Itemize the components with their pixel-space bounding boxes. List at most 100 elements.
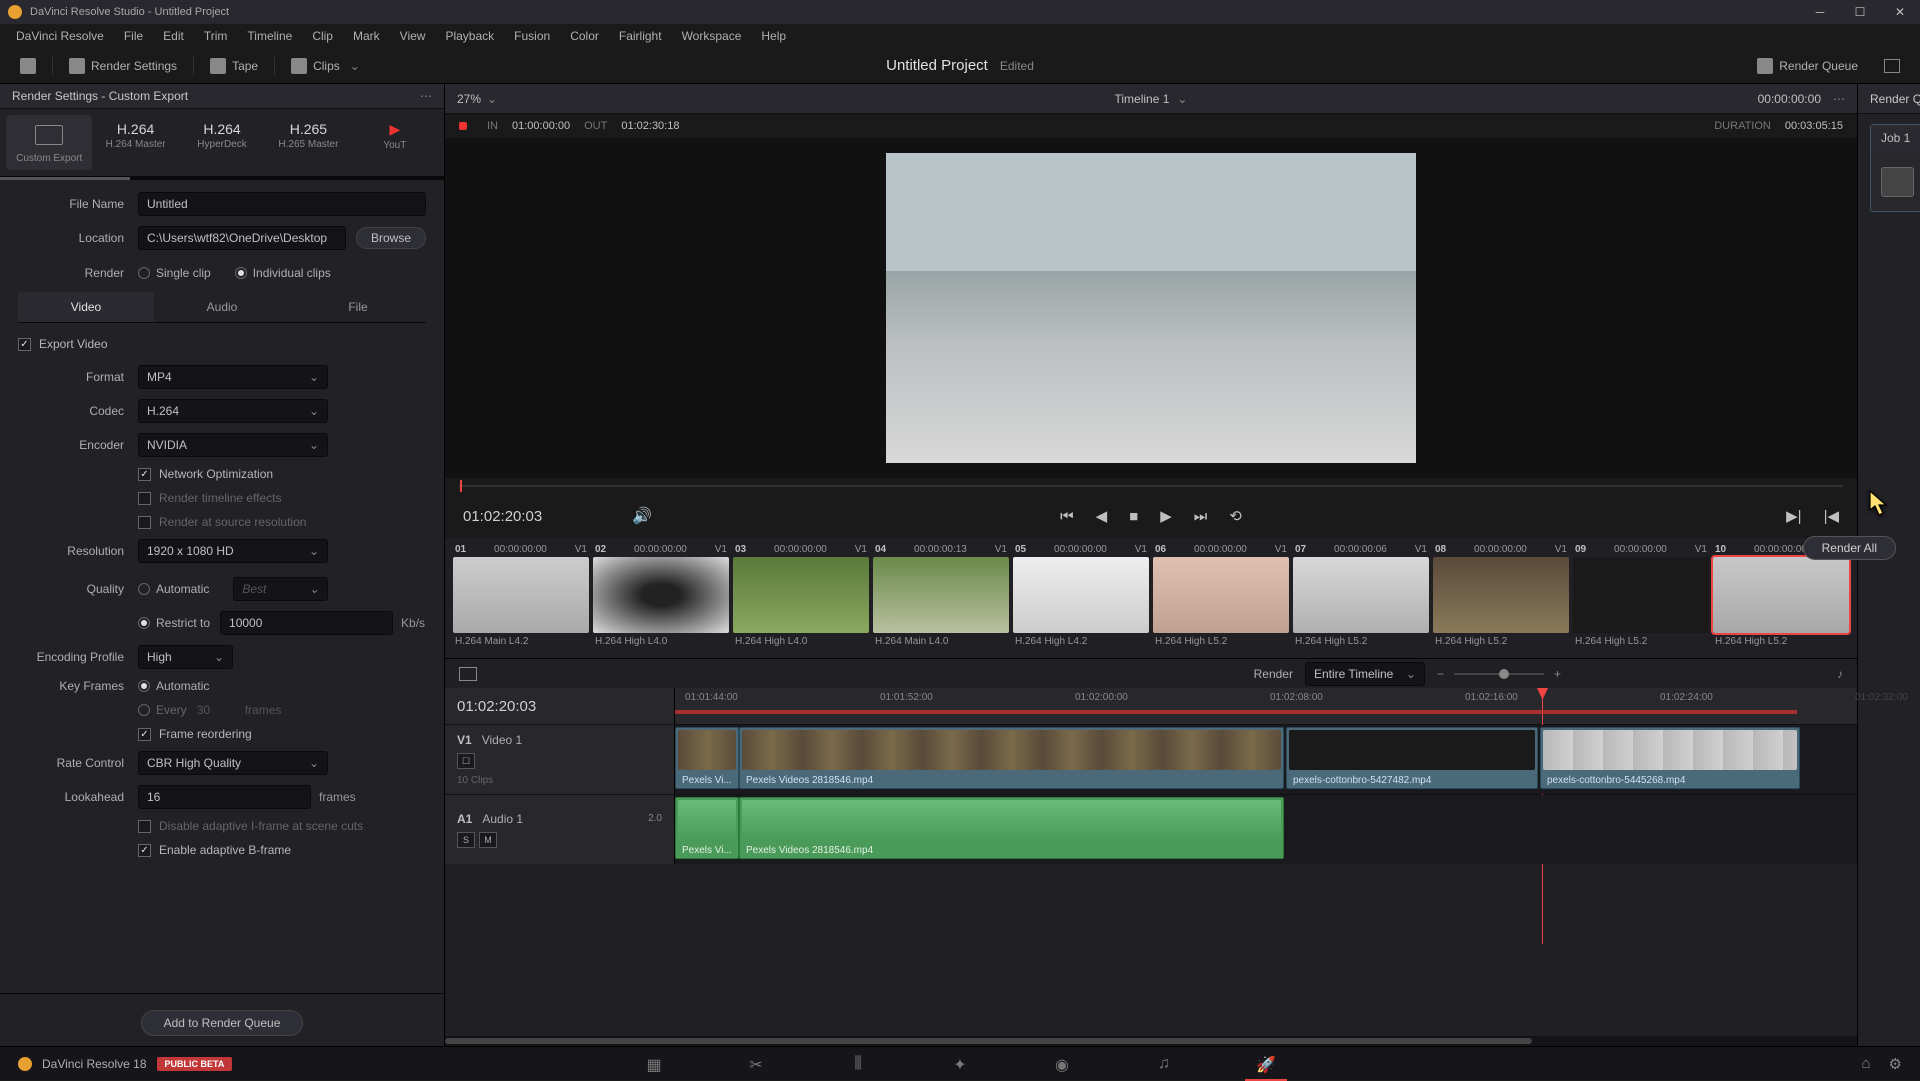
menu-trim[interactable]: Trim xyxy=(194,25,238,47)
tab-audio[interactable]: Audio xyxy=(154,292,290,322)
loop-button[interactable]: ⟲ xyxy=(1229,507,1242,525)
render-src-res-check[interactable] xyxy=(138,516,151,529)
edit-page-icon[interactable]: ⫼ xyxy=(847,1055,869,1073)
fusion-page-icon[interactable]: ✦ xyxy=(949,1055,971,1073)
deliver-page-icon[interactable]: 🚀 xyxy=(1255,1055,1277,1073)
cut-page-icon[interactable]: ✂ xyxy=(745,1055,767,1073)
solo-button[interactable]: S xyxy=(457,832,475,848)
clip-thumbnail[interactable]: 0700:00:00:06V1H.264 High L5.2 xyxy=(1293,542,1429,654)
menu-view[interactable]: View xyxy=(390,25,436,47)
media-page-icon[interactable]: ▦ xyxy=(643,1055,665,1073)
lookahead-input[interactable] xyxy=(138,785,311,809)
menu-workspace[interactable]: Workspace xyxy=(672,25,752,47)
menu-color[interactable]: Color xyxy=(560,25,609,47)
stop-button[interactable]: ■ xyxy=(1129,508,1138,525)
filename-input[interactable] xyxy=(138,192,426,216)
export-video-check[interactable] xyxy=(18,338,31,351)
zoom-out-button[interactable]: − xyxy=(1437,667,1444,681)
menu-playback[interactable]: Playback xyxy=(435,25,504,47)
menu-clip[interactable]: Clip xyxy=(302,25,343,47)
zoom-in-button[interactable]: + xyxy=(1554,667,1561,681)
menu-help[interactable]: Help xyxy=(751,25,796,47)
preset-h264-master[interactable]: H.264H.264 Master xyxy=(92,115,178,170)
panel-menu-icon[interactable]: ⋯ xyxy=(420,89,432,103)
render-queue-button[interactable]: Render Queue xyxy=(1749,54,1866,78)
play-button[interactable]: ▶ xyxy=(1160,507,1172,525)
tab-file[interactable]: File xyxy=(290,292,426,322)
render-settings-button[interactable]: Render Settings xyxy=(61,54,185,78)
mute-button[interactable]: M xyxy=(479,832,497,848)
color-page-icon[interactable]: ◉ xyxy=(1051,1055,1073,1073)
project-settings-icon[interactable]: ⚙ xyxy=(1889,1055,1902,1073)
frame-reorder-check[interactable] xyxy=(138,728,151,741)
menu-edit[interactable]: Edit xyxy=(153,25,194,47)
menu-fusion[interactable]: Fusion xyxy=(504,25,560,47)
quality-restrict-radio[interactable] xyxy=(138,617,150,629)
timeline-name[interactable]: Timeline 1 xyxy=(1115,92,1170,106)
clip-thumbnail[interactable]: 0500:00:00:00V1H.264 High L4.2 xyxy=(1013,542,1149,654)
audio-clip[interactable]: Pexels Vi... xyxy=(675,797,739,859)
clip-thumbnail[interactable]: 0600:00:00:00V1H.264 High L5.2 xyxy=(1153,542,1289,654)
close-button[interactable]: ✕ xyxy=(1880,0,1920,24)
browse-button[interactable]: Browse xyxy=(356,227,426,249)
prev-clip-button[interactable]: |◀ xyxy=(1824,507,1839,525)
home-icon[interactable]: ⌂ xyxy=(1861,1055,1870,1073)
encoding-profile-dropdown[interactable]: High xyxy=(138,645,233,669)
format-dropdown[interactable]: MP4 xyxy=(138,365,328,389)
preset-hyperdeck[interactable]: H.264HyperDeck xyxy=(179,115,265,170)
last-frame-button[interactable]: ⏭ xyxy=(1194,508,1208,525)
timeline-view-options-icon[interactable] xyxy=(459,667,477,681)
prev-frame-button[interactable]: ◀ xyxy=(1096,507,1108,525)
track-enable-button[interactable]: ☐ xyxy=(457,753,475,769)
timeline-zoom-slider[interactable] xyxy=(1454,673,1544,675)
tape-button[interactable]: Tape xyxy=(202,54,266,78)
network-opt-check[interactable] xyxy=(138,468,151,481)
menu-file[interactable]: File xyxy=(114,25,153,47)
menu-mark[interactable]: Mark xyxy=(343,25,390,47)
minimize-button[interactable]: ─ xyxy=(1800,0,1840,24)
volume-icon[interactable]: 🔊 xyxy=(632,506,652,526)
render-tl-effects-check[interactable] xyxy=(138,492,151,505)
preset-h265-master[interactable]: H.265H.265 Master xyxy=(265,115,351,170)
preset-custom-export[interactable]: Custom Export xyxy=(6,115,92,170)
viewer-canvas[interactable] xyxy=(445,138,1857,478)
next-clip-button[interactable]: ▶| xyxy=(1786,507,1801,525)
location-input[interactable] xyxy=(138,226,346,250)
render-individual-radio[interactable] xyxy=(235,267,247,279)
timeline-scrollbar[interactable] xyxy=(445,1036,1857,1046)
video-track-1[interactable]: Pexels Vi...Pexels Videos 2818546.mp4pex… xyxy=(675,725,1857,794)
render-range-dropdown[interactable]: Entire Timeline xyxy=(1305,662,1425,686)
viewer-menu-icon[interactable]: ⋯ xyxy=(1833,92,1845,106)
quality-auto-radio[interactable] xyxy=(138,583,150,595)
video-clip[interactable]: pexels-cottonbro-5427482.mp4 xyxy=(1286,727,1538,789)
menu-resolve[interactable]: DaVinci Resolve xyxy=(6,25,114,47)
clip-thumbnail[interactable]: 0400:00:00:13V1H.264 Main L4.0 xyxy=(873,542,1009,654)
video-clip[interactable]: Pexels Vi... xyxy=(675,727,739,789)
encoder-dropdown[interactable]: NVIDIA xyxy=(138,433,328,457)
tab-video[interactable]: Video xyxy=(18,292,154,322)
video-clip[interactable]: pexels-cottonbro-5445268.mp4 xyxy=(1540,727,1800,789)
clip-thumbnail[interactable]: 0300:00:00:00V1H.264 High L4.0 xyxy=(733,542,869,654)
menu-timeline[interactable]: Timeline xyxy=(237,25,302,47)
video-clip[interactable]: Pexels Videos 2818546.mp4 xyxy=(739,727,1284,789)
clip-thumbnail[interactable]: 0900:00:00:00V1H.264 High L5.2 xyxy=(1573,542,1709,654)
bitrate-input[interactable] xyxy=(220,611,393,635)
fairlight-page-icon[interactable]: ♫ xyxy=(1153,1055,1175,1073)
deliver-page-icon[interactable] xyxy=(12,54,44,78)
keyframes-auto-radio[interactable] xyxy=(138,680,150,692)
workspace-layout-button[interactable] xyxy=(1876,55,1908,77)
audio-clip[interactable]: Pexels Videos 2818546.mp4 xyxy=(739,797,1284,859)
rate-control-dropdown[interactable]: CBR High Quality xyxy=(138,751,328,775)
codec-dropdown[interactable]: H.264 xyxy=(138,399,328,423)
viewer-scrubber[interactable] xyxy=(459,478,1843,494)
preset-youtube[interactable]: ▶YouT xyxy=(352,115,438,170)
first-frame-button[interactable]: ⏮ xyxy=(1060,508,1074,525)
clips-button[interactable]: Clips⌄ xyxy=(283,54,368,78)
menu-fairlight[interactable]: Fairlight xyxy=(609,25,672,47)
audio-track-1[interactable]: Pexels Vi...Pexels Videos 2818546.mp4 xyxy=(675,795,1857,864)
render-job-card[interactable]: Job 1 ⏱ ✎ ✕ Untitled Project | Timeline … xyxy=(1870,124,1920,212)
clip-thumbnail[interactable]: 0200:00:00:00V1H.264 High L4.0 xyxy=(593,542,729,654)
disable-iframe-check[interactable] xyxy=(138,820,151,833)
clip-thumbnail[interactable]: 0800:00:00:00V1H.264 High L5.2 xyxy=(1433,542,1569,654)
clip-thumbnail[interactable]: 0100:00:00:00V1H.264 Main L4.2 xyxy=(453,542,589,654)
